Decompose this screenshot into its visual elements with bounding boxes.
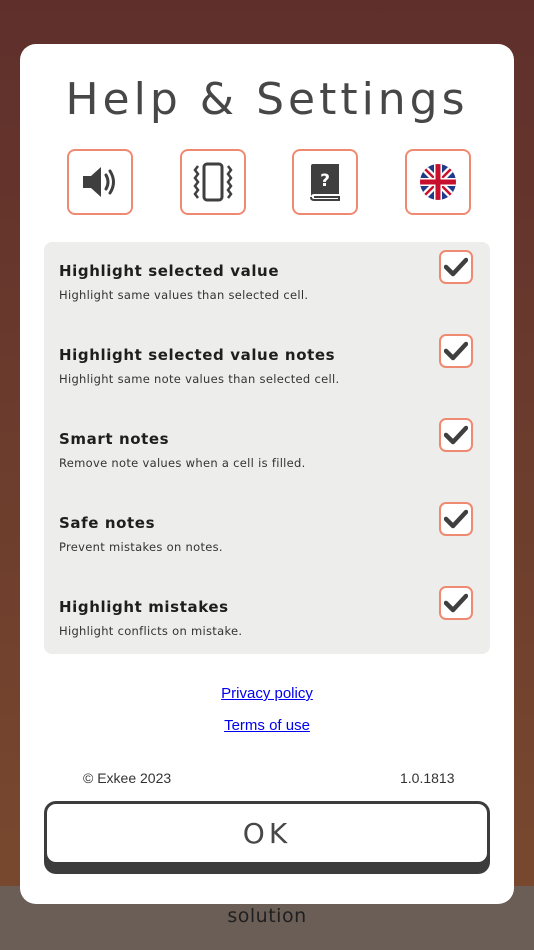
- solution-label: solution: [227, 905, 307, 927]
- vibration-toggle-button[interactable]: [180, 149, 246, 215]
- svg-text:?: ?: [320, 171, 330, 191]
- setting-title: Highlight selected value: [59, 262, 280, 280]
- setting-description: Highlight conflicts on mistake.: [59, 624, 243, 638]
- checkmark-icon: [444, 593, 468, 613]
- setting-description: Highlight same values than selected cell…: [59, 288, 309, 302]
- setting-title: Safe notes: [59, 514, 156, 532]
- smart-notes-checkbox[interactable]: [439, 418, 473, 452]
- version-text: 1.0.1813: [400, 770, 455, 786]
- setting-highlight-mistakes: Highlight mistakes Highlight conflicts o…: [44, 578, 490, 662]
- highlight-selected-value-notes-checkbox[interactable]: [439, 334, 473, 368]
- dialog-title: Help & Settings: [65, 74, 469, 125]
- checkmark-icon: [444, 509, 468, 529]
- privacy-policy-link[interactable]: Privacy policy: [20, 685, 514, 702]
- copyright-text: © Exkee 2023: [83, 770, 172, 786]
- highlight-selected-value-checkbox[interactable]: [439, 250, 473, 284]
- setting-safe-notes: Safe notes Prevent mistakes on notes.: [44, 494, 490, 578]
- sound-icon: [83, 167, 115, 197]
- uk-flag-icon: [420, 164, 456, 200]
- sound-toggle-button[interactable]: [67, 149, 133, 215]
- help-book-icon: ?: [310, 164, 340, 201]
- ok-button[interactable]: OK: [44, 801, 490, 865]
- setting-title: Smart notes: [59, 430, 170, 448]
- setting-highlight-selected-value: Highlight selected value Highlight same …: [44, 242, 490, 326]
- help-settings-dialog: Help & Settings ? Highlight selected val…: [20, 44, 514, 904]
- safe-notes-checkbox[interactable]: [439, 502, 473, 536]
- setting-description: Prevent mistakes on notes.: [59, 540, 223, 554]
- checkmark-icon: [444, 425, 468, 445]
- vibration-icon: [193, 162, 233, 202]
- setting-description: Remove note values when a cell is filled…: [59, 456, 306, 470]
- setting-smart-notes: Smart notes Remove note values when a ce…: [44, 410, 490, 494]
- setting-title: Highlight selected value notes: [59, 346, 336, 364]
- language-button[interactable]: [405, 149, 471, 215]
- checkmark-icon: [444, 341, 468, 361]
- setting-description: Highlight same note values than selected…: [59, 372, 340, 386]
- setting-title: Highlight mistakes: [59, 598, 229, 616]
- help-rules-button[interactable]: ?: [292, 149, 358, 215]
- terms-of-use-link[interactable]: Terms of use: [20, 717, 514, 734]
- settings-panel: Highlight selected value Highlight same …: [44, 242, 490, 654]
- setting-highlight-selected-value-notes: Highlight selected value notes Highlight…: [44, 326, 490, 410]
- highlight-mistakes-checkbox[interactable]: [439, 586, 473, 620]
- checkmark-icon: [444, 257, 468, 277]
